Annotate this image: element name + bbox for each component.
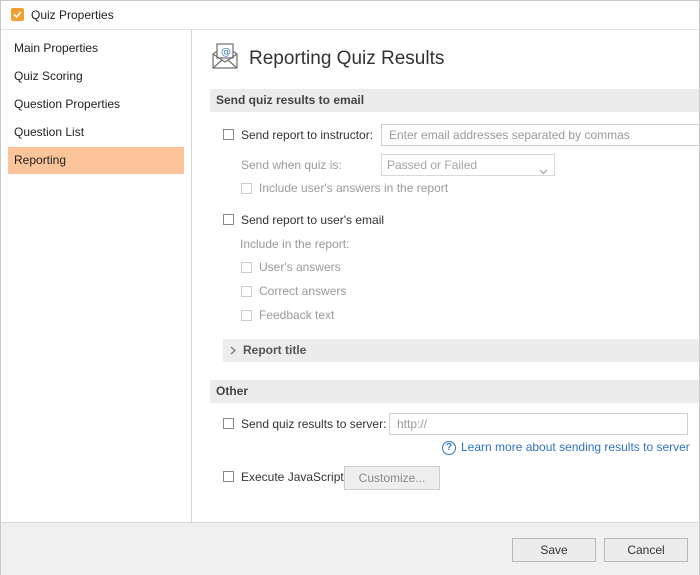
footer: Save Cancel bbox=[1, 522, 699, 575]
server-url-input[interactable]: http:// bbox=[389, 413, 688, 435]
window-title: Quiz Properties bbox=[31, 8, 114, 22]
server-results-checkbox[interactable] bbox=[223, 418, 234, 429]
correct-answers-checkbox[interactable] bbox=[241, 286, 252, 297]
execute-javascript-label[interactable]: Execute JavaScript bbox=[241, 470, 344, 484]
server-results-label[interactable]: Send quiz results to server: bbox=[241, 417, 386, 431]
send-when-label: Send when quiz is: bbox=[241, 158, 342, 172]
report-title-label: Report title bbox=[243, 343, 307, 357]
sidebar-item-reporting[interactable]: Reporting bbox=[8, 147, 184, 174]
include-answers-label: Include user's answers in the report bbox=[259, 181, 449, 195]
correct-answers-label: Correct answers bbox=[259, 284, 347, 298]
chevron-down-icon bbox=[539, 161, 548, 181]
svg-text:@: @ bbox=[221, 47, 231, 58]
customize-button[interactable]: Customize... bbox=[344, 466, 440, 490]
sidebar-item-quiz-scoring[interactable]: Quiz Scoring bbox=[8, 63, 184, 90]
save-button[interactable]: Save bbox=[512, 538, 596, 562]
feedback-text-checkbox[interactable] bbox=[241, 310, 252, 321]
include-answers-checkbox[interactable] bbox=[241, 183, 252, 194]
email-envelope-icon: @ bbox=[211, 42, 239, 73]
sidebar-item-question-list[interactable]: Question List bbox=[8, 119, 184, 146]
users-answers-label: User's answers bbox=[259, 260, 341, 274]
cancel-button[interactable]: Cancel bbox=[604, 538, 688, 562]
send-when-value: Passed or Failed bbox=[387, 158, 478, 172]
section-header-email: Send quiz results to email bbox=[210, 89, 699, 112]
section-header-other: Other bbox=[210, 380, 699, 403]
app-checkbox-icon bbox=[11, 8, 24, 21]
help-circle-icon[interactable]: ? bbox=[442, 441, 456, 455]
report-title-expander[interactable]: Report title bbox=[223, 339, 699, 362]
users-answers-checkbox[interactable] bbox=[241, 262, 252, 273]
instructor-email-input[interactable]: Enter email addresses separated by comma… bbox=[381, 124, 699, 146]
learn-more-link[interactable]: Learn more about sending results to serv… bbox=[461, 440, 690, 454]
user-report-checkbox[interactable] bbox=[223, 214, 234, 225]
instructor-report-label[interactable]: Send report to instructor: bbox=[241, 128, 373, 142]
content-panel: @ Reporting Quiz Results Send quiz resul… bbox=[192, 30, 699, 522]
page-title: Reporting Quiz Results bbox=[249, 48, 445, 69]
send-when-select[interactable]: Passed or Failed bbox=[381, 154, 555, 176]
chevron-right-icon bbox=[230, 339, 236, 362]
sidebar-item-main-properties[interactable]: Main Properties bbox=[8, 35, 184, 62]
instructor-report-checkbox[interactable] bbox=[223, 129, 234, 140]
execute-javascript-checkbox[interactable] bbox=[223, 471, 234, 482]
include-in-report-label: Include in the report: bbox=[240, 237, 350, 251]
sidebar: Main Properties Quiz Scoring Question Pr… bbox=[1, 30, 192, 522]
feedback-text-label: Feedback text bbox=[259, 308, 335, 322]
sidebar-item-question-properties[interactable]: Question Properties bbox=[8, 91, 184, 118]
quiz-properties-window: Quiz Properties Main Properties Quiz Sco… bbox=[0, 0, 700, 575]
user-report-label[interactable]: Send report to user's email bbox=[241, 213, 384, 227]
title-bar: Quiz Properties bbox=[1, 1, 699, 30]
